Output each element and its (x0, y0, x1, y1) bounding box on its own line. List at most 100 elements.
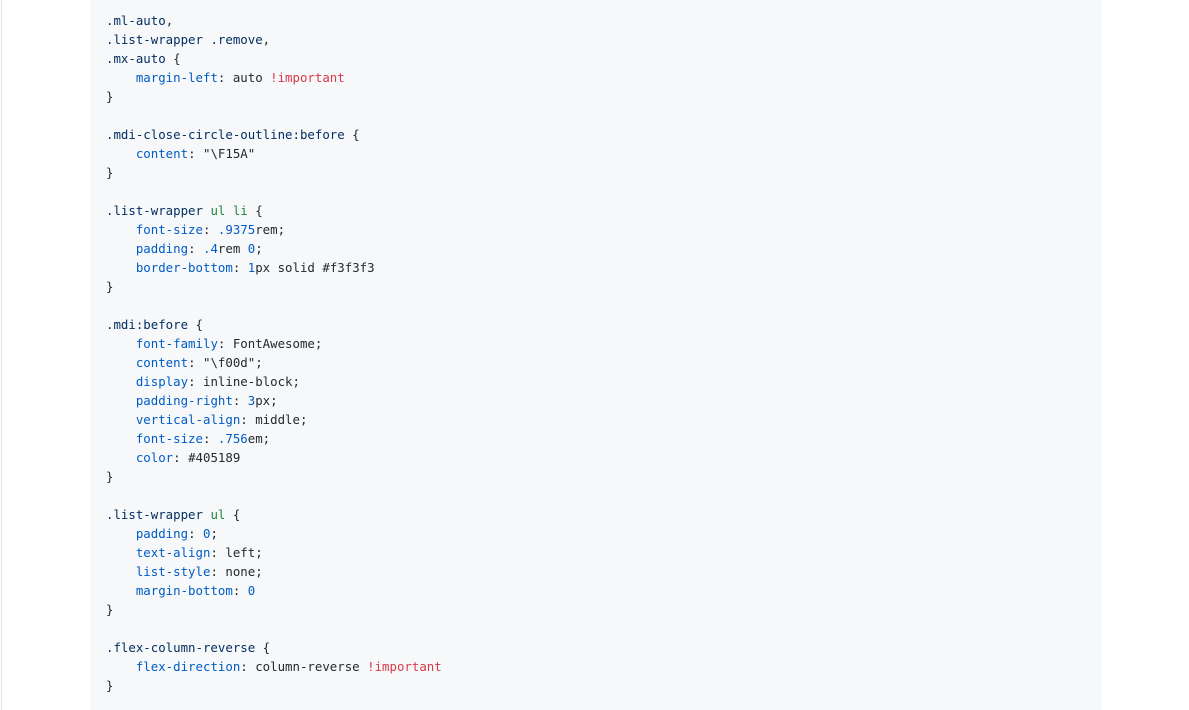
code-line: list-style: none; (106, 562, 442, 581)
code-line: .flex-column-reverse { (106, 638, 442, 657)
code-token-selector: .list-wrapper (106, 203, 203, 218)
code-token-default: : none; (210, 564, 263, 579)
code-token-default: ; (255, 241, 263, 256)
code-token-default: : (202, 431, 218, 446)
code-token-default (106, 241, 136, 256)
code-token-default: { (247, 203, 263, 218)
code-token-default (106, 545, 136, 560)
code-token-prop: padding (135, 526, 189, 541)
code-line: } (106, 163, 442, 182)
code-block[interactable]: .ml-auto, .list-wrapper .remove, .mx-auto … (90, 0, 1102, 710)
code-token-default: } (106, 469, 114, 484)
code-line: content: "\f00d"; (106, 353, 442, 372)
code-token-default: : (232, 583, 248, 598)
code-token-default: } (106, 165, 114, 180)
code-token-prop: content (135, 355, 189, 370)
code-line: content: "\F15A" (106, 144, 442, 163)
code-token-default: , (165, 13, 174, 28)
code-token-default (106, 146, 136, 161)
code-token-default: : middle; (240, 412, 308, 427)
code-line: padding: 0; (106, 524, 442, 543)
code-token-default (106, 526, 136, 541)
code-token-default (106, 222, 136, 237)
code-token-default (106, 260, 136, 275)
code-token-default: rem (217, 241, 248, 256)
code-line: .list-wrapper .remove, (106, 30, 442, 49)
code-token-selector: .flex-column-reverse (106, 640, 256, 655)
code-token-prop: flex-direction (135, 659, 241, 674)
code-token-prop: display (135, 374, 189, 389)
code-line: } (106, 600, 442, 619)
code-line: font-family: FontAwesome; (106, 334, 442, 353)
code-token-default: ; (210, 526, 218, 541)
code-line: flex-direction: column-reverse !importan… (106, 657, 442, 676)
code-line: .ml-auto, (106, 11, 442, 30)
code-lines: .ml-auto, .list-wrapper .remove, .mx-auto … (106, 11, 442, 695)
code-token-prop: font-size (135, 222, 203, 237)
code-token-default: : left; (210, 545, 263, 560)
code-line: font-size: .756em; (106, 429, 442, 448)
code-token-default: : (188, 526, 203, 541)
code-line: padding-right: 3px; (106, 391, 442, 410)
code-token-default (106, 412, 136, 427)
code-token-selector: .mx-auto (106, 51, 166, 66)
page: .ml-auto, .list-wrapper .remove, .mx-auto … (0, 0, 1189, 710)
code-token-default: rem; (255, 222, 286, 237)
code-token-default: { (225, 507, 241, 522)
code-token-default: px; (255, 393, 278, 408)
code-line: .mdi:before { (106, 315, 442, 334)
code-token-default: : "\f00d"; (188, 355, 263, 370)
code-token-default (106, 374, 136, 389)
code-token-number: .9375 (217, 222, 256, 237)
code-token-default (106, 564, 136, 579)
code-token-prop: font-family (135, 336, 218, 351)
code-line: .mx-auto { (106, 49, 442, 68)
code-token-prop: padding (135, 241, 189, 256)
code-token-prop: content (135, 146, 189, 161)
code-line: .list-wrapper ul li { (106, 201, 442, 220)
left-border (1, 0, 2, 710)
code-token-important: !important (270, 70, 345, 85)
code-token-default (106, 393, 136, 408)
code-token-prop: list-style (135, 564, 211, 579)
code-token-default: : (232, 393, 248, 408)
code-token-default: : #405189 (173, 450, 241, 465)
code-token-prop: border-bottom (135, 260, 233, 275)
code-token-prop: color (135, 450, 174, 465)
code-token-selector: .remove (210, 32, 263, 47)
code-token-number: .4 (202, 241, 218, 256)
code-token-default: { (344, 127, 360, 142)
code-token-default (106, 583, 136, 598)
code-token-default (106, 355, 136, 370)
code-token-tag: li (232, 203, 248, 218)
code-token-default: , (262, 32, 271, 47)
code-token-tag: ul (210, 507, 226, 522)
code-line: display: inline-block; (106, 372, 442, 391)
code-token-default: } (106, 279, 114, 294)
code-token-default: : column-reverse (240, 659, 368, 674)
code-token-default: em; (247, 431, 271, 446)
code-token-default (106, 336, 136, 351)
code-token-default: : "\F15A" (188, 146, 256, 161)
code-token-default: } (106, 89, 114, 104)
code-line: } (106, 277, 442, 296)
code-token-number: .756 (217, 431, 248, 446)
code-token-default: : inline-block; (188, 374, 300, 389)
code-line: } (106, 467, 442, 486)
code-token-default: : auto (217, 70, 271, 85)
code-line: vertical-align: middle; (106, 410, 442, 429)
code-line: margin-bottom: 0 (106, 581, 442, 600)
code-line: .mdi-close-circle-outline:before { (106, 125, 442, 144)
code-line: color: #405189 (106, 448, 442, 467)
code-token-prop: font-size (135, 431, 203, 446)
code-token-prop: vertical-align (135, 412, 241, 427)
code-token-prop: margin-bottom (135, 583, 233, 598)
code-token-default (106, 431, 136, 446)
code-token-selector: .mdi-close-circle-outline:before (106, 127, 345, 142)
code-token-default: } (106, 678, 114, 693)
code-token-default: : (188, 241, 203, 256)
